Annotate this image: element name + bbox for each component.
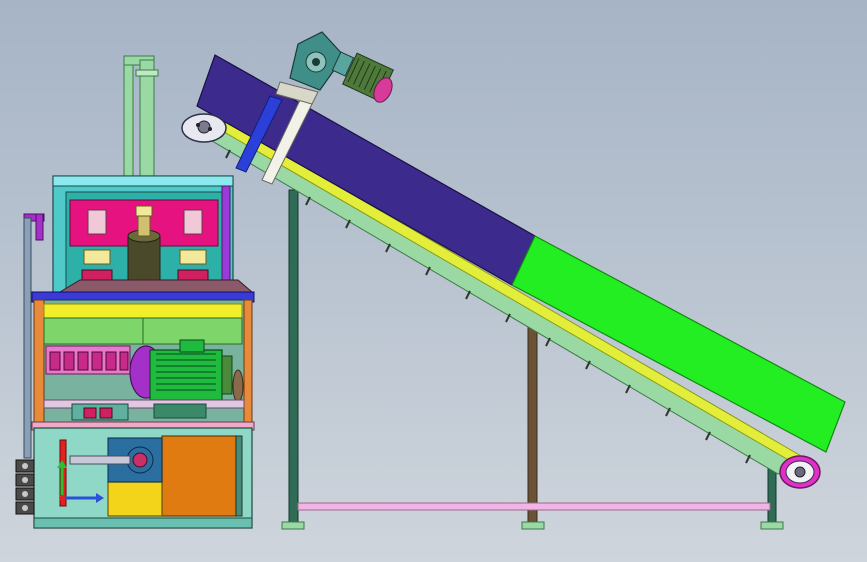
upper-housing-purple-trim [221,185,231,293]
middle-frame-right-column [243,299,253,425]
side-pipe-grey [23,217,32,459]
lower-frame-right-post [235,435,243,517]
oil-tank-orange [161,435,237,517]
middle-frame-left-column [33,299,45,425]
upper-housing-top-band [52,175,234,187]
head-pulley-icon [181,113,227,143]
yellow-cross-beam [43,303,243,319]
conveyor-foot-middle [521,521,545,530]
conveyor-foot-right [760,521,784,530]
cad-viewport[interactable] [0,0,867,562]
oil-tank-yellow [107,481,163,517]
side-valve-stack [15,459,35,515]
side-pipe-purple-vertical [35,213,44,241]
hopper-wedge [58,279,254,293]
tail-pulley-icon [779,455,821,489]
conveyor-foot-left [281,521,305,530]
conveyor-support-post-left [288,189,299,529]
valve-manifold-row [45,345,131,375]
conveyor-cleats [225,149,751,464]
exhaust-pipe-vertical [123,61,134,183]
conveyor-side-frame [188,121,804,475]
exhaust-pipe-stack [139,59,155,179]
exhaust-pipe-cap [135,69,159,77]
conveyor-support-post-middle [527,324,538,529]
inclined-conveyor [181,31,846,530]
base-rail [297,502,771,511]
lower-frame-base [33,517,253,529]
machine-assembly-drawing [15,31,846,530]
